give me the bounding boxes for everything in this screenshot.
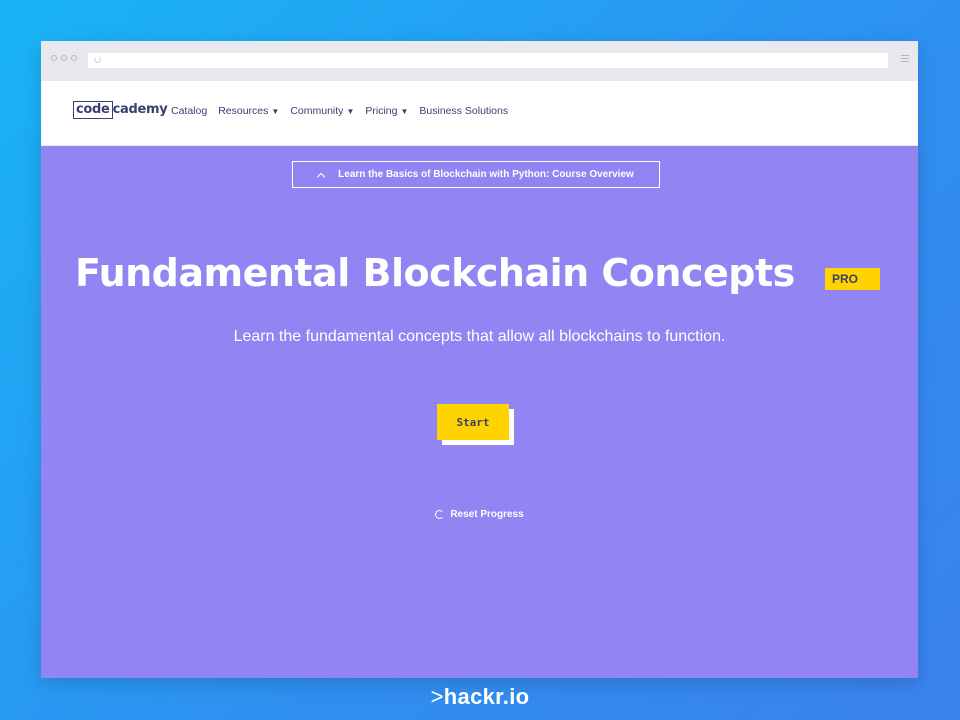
start-button-wrap: Start bbox=[437, 404, 514, 445]
browser-menu-icon[interactable] bbox=[901, 55, 909, 64]
maximize-dot-icon[interactable] bbox=[71, 55, 77, 61]
refresh-icon bbox=[435, 510, 445, 519]
codecademy-logo[interactable]: code cademy bbox=[73, 101, 168, 119]
minimize-dot-icon[interactable] bbox=[61, 55, 67, 61]
brand-prefix: > bbox=[430, 684, 444, 709]
nav-item-business-solutions[interactable]: Business Solutions bbox=[419, 105, 508, 117]
caret-down-icon: ▼ bbox=[400, 107, 409, 116]
browser-window: code cademy Catalog Resources ▼ Community ▼… bbox=[41, 41, 918, 678]
course-overview-link[interactable]: Learn the Basics of Blockchain with Pyth… bbox=[292, 161, 660, 188]
address-bar[interactable] bbox=[88, 53, 888, 68]
window-controls bbox=[51, 55, 77, 61]
caret-down-icon: ▼ bbox=[346, 107, 355, 116]
course-overview-label: Learn the Basics of Blockchain with Pyth… bbox=[338, 169, 634, 180]
nav-item-resources[interactable]: Resources ▼ bbox=[218, 105, 279, 117]
reset-progress-link[interactable]: Reset Progress bbox=[41, 509, 918, 520]
page-subtitle: Learn the fundamental concepts that allo… bbox=[233, 328, 726, 345]
site-navbar: code cademy Catalog Resources ▼ Community ▼… bbox=[41, 81, 918, 146]
hackr-io-logo: >hackr.io bbox=[0, 684, 960, 710]
start-button[interactable]: Start bbox=[437, 404, 509, 440]
browser-chrome bbox=[41, 41, 918, 81]
nav-item-catalog[interactable]: Catalog bbox=[171, 105, 207, 117]
page-title: Fundamental Blockchain Concepts bbox=[75, 251, 795, 295]
logo-rest-text: cademy bbox=[112, 102, 168, 117]
nav-item-community[interactable]: Community ▼ bbox=[290, 105, 354, 117]
logo-boxed-text: code bbox=[73, 101, 113, 119]
nav-item-pricing[interactable]: Pricing ▼ bbox=[365, 105, 408, 117]
caret-down-icon: ▼ bbox=[271, 107, 280, 116]
brand-text: hackr.io bbox=[443, 684, 530, 709]
reload-icon[interactable] bbox=[94, 56, 101, 63]
nav-menu: Catalog Resources ▼ Community ▼ Pricing ▼ B… bbox=[171, 105, 508, 117]
reset-progress-label: Reset Progress bbox=[450, 509, 524, 520]
pro-badge: PRO bbox=[825, 268, 880, 290]
chevron-up-icon bbox=[316, 172, 326, 181]
close-dot-icon[interactable] bbox=[51, 55, 57, 61]
